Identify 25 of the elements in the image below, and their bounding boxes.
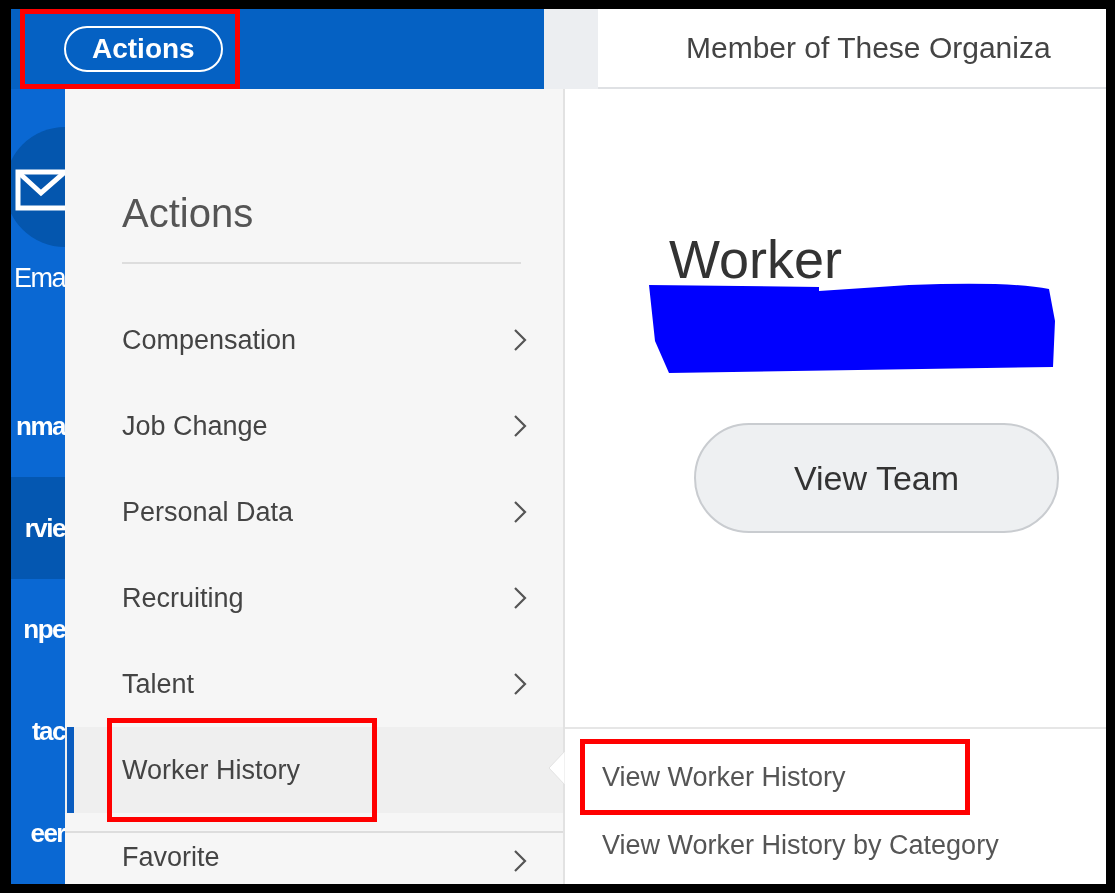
organizations-tab[interactable]: Member of These Organiza	[686, 31, 1051, 65]
menu-item[interactable]: Compensation	[65, 297, 563, 383]
menu-item[interactable]: Talent	[65, 641, 563, 727]
actions-button[interactable]: Actions	[64, 26, 223, 72]
menu-item[interactable]: Favorite	[65, 833, 563, 873]
chevron-right-icon	[513, 414, 527, 438]
sidebar-label: Ema	[13, 263, 65, 294]
menu-title: Actions	[122, 190, 255, 233]
worker-title: Worker	[669, 229, 844, 289]
sidebar-item[interactable]: Ema	[11, 89, 65, 376]
sidebar-item[interactable]: rvie	[11, 477, 65, 580]
menu-item[interactable]: Personal Data	[65, 469, 563, 555]
chevron-right-icon	[513, 672, 527, 696]
sidebar-item[interactable]: npe	[11, 579, 65, 681]
sidebar-item[interactable]: tac	[11, 680, 65, 783]
chevron-right-icon	[513, 500, 527, 524]
view-team-button[interactable]: View Team	[694, 423, 1059, 533]
menu-item[interactable]: Recruiting	[65, 555, 563, 641]
menu-item[interactable]: Job Change	[65, 383, 563, 469]
sidebar-item[interactable]: eer	[11, 782, 65, 884]
chevron-right-icon	[513, 328, 527, 352]
menu-item[interactable]: Worker History	[65, 727, 563, 813]
sidebar-item[interactable]: nma	[11, 375, 65, 478]
chevron-right-icon	[513, 849, 527, 873]
chevron-right-icon	[513, 586, 527, 610]
